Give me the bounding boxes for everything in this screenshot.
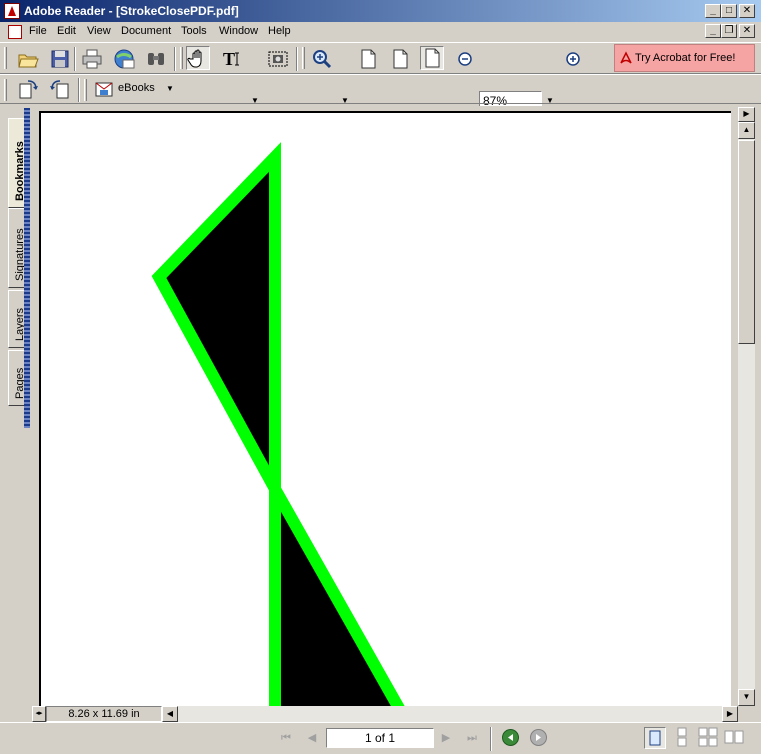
options-arrow-icon[interactable]: ▶ <box>738 107 755 122</box>
last-page-icon[interactable]: ⏭ <box>462 728 482 748</box>
toolbar-separator <box>174 47 176 71</box>
menu-edit[interactable]: Edit <box>57 25 76 37</box>
page-number-input[interactable]: 1 of 1 <box>326 728 434 748</box>
window-title: Adobe Reader - [StrokeClosePDF.pdf] <box>24 4 239 18</box>
vertical-scroll-thumb[interactable] <box>738 140 755 344</box>
go-back-icon[interactable] <box>502 729 519 746</box>
navigation-pane-splitter[interactable] <box>24 108 30 428</box>
status-separator <box>490 727 492 751</box>
menu-file[interactable]: File <box>29 25 47 37</box>
scroll-up-button[interactable]: ▲ <box>738 122 755 139</box>
black-triangle-top <box>151 142 281 492</box>
black-triangle-bottom <box>269 466 405 706</box>
zoom-in-tool-icon[interactable] <box>310 47 334 71</box>
menu-help[interactable]: Help <box>268 25 291 37</box>
ebooks-label: eBooks <box>118 82 155 94</box>
zoom-in-icon[interactable] <box>562 47 586 71</box>
hand-tool-icon[interactable] <box>186 46 210 70</box>
menu-view[interactable]: View <box>87 25 111 37</box>
next-page-icon[interactable]: ▶ <box>436 728 456 748</box>
minimize-button[interactable]: _ <box>705 4 721 18</box>
print-icon[interactable] <box>80 47 104 71</box>
scroll-left-button[interactable]: ◀ <box>162 706 178 722</box>
save-icon[interactable] <box>48 47 72 71</box>
acrobat-logo-icon <box>620 51 632 64</box>
menu-tools[interactable]: Tools <box>181 25 207 37</box>
doc-minimize-button[interactable]: _ <box>705 24 721 38</box>
toolbar-grip[interactable] <box>4 47 7 69</box>
fit-page-icon[interactable] <box>388 47 412 71</box>
chevron-down-icon[interactable]: ▼ <box>166 84 174 93</box>
horizontal-scrollbar[interactable]: ◂▸ 8.26 x 11.69 in ◀ ▶ <box>32 706 738 722</box>
single-page-layout-icon[interactable] <box>644 727 666 749</box>
rotate-clockwise-icon[interactable] <box>16 78 40 102</box>
page-size-readout: 8.26 x 11.69 in <box>46 706 162 722</box>
svg-text:T: T <box>223 49 235 69</box>
close-button[interactable]: ✕ <box>739 4 755 18</box>
select-text-icon[interactable]: T <box>220 47 244 71</box>
toolbar-separator <box>74 47 76 71</box>
email-icon[interactable] <box>112 47 136 71</box>
ebooks-icon <box>95 82 113 97</box>
adobe-reader-icon <box>4 3 20 19</box>
doc-restore-button[interactable]: ❐ <box>721 24 737 38</box>
pdf-page-drawing <box>151 142 405 706</box>
toolbar-separator <box>78 78 80 102</box>
title-bar: Adobe Reader - [StrokeClosePDF.pdf] _ □ … <box>0 0 761 22</box>
ebooks-button[interactable]: eBooks ▼ <box>92 78 178 100</box>
status-bar: ⏮ ◀ 1 of 1 ▶ ⏭ <box>0 722 761 754</box>
try-acrobat-button[interactable]: Try Acrobat for Free! <box>614 44 755 72</box>
vertical-scrollbar[interactable]: ▲ ▼ <box>738 122 755 706</box>
main-toolbar: T ▼ ▼ ▼ Try Acrobat for Free! <box>0 42 761 111</box>
menu-bar: File Edit View Document Tools Window Hel… <box>0 22 761 42</box>
go-forward-icon[interactable] <box>530 729 547 746</box>
pdf-page <box>39 111 731 706</box>
zoom-out-icon[interactable] <box>454 47 478 71</box>
toolbar-grip[interactable] <box>302 47 305 69</box>
try-acrobat-label: Try Acrobat for Free! <box>635 52 736 64</box>
fit-width-icon[interactable] <box>420 46 444 70</box>
split-handle-icon[interactable]: ◂▸ <box>32 706 46 722</box>
continuous-layout-icon[interactable] <box>672 727 694 749</box>
actual-size-icon[interactable] <box>356 47 380 71</box>
doc-close-button[interactable]: ✕ <box>739 24 755 38</box>
open-icon[interactable] <box>16 47 40 71</box>
continuous-facing-layout-icon[interactable] <box>724 727 746 749</box>
scroll-right-button[interactable]: ▶ <box>722 706 738 722</box>
first-page-icon[interactable]: ⏮ <box>276 728 296 748</box>
previous-page-icon[interactable]: ◀ <box>302 728 322 748</box>
search-icon[interactable] <box>144 47 168 71</box>
menu-window[interactable]: Window <box>219 25 258 37</box>
menu-document[interactable]: Document <box>121 25 171 37</box>
scroll-down-button[interactable]: ▼ <box>738 689 755 706</box>
snapshot-icon[interactable] <box>266 47 290 71</box>
document-icon <box>8 25 22 39</box>
toolbar-separator <box>296 47 298 71</box>
toolbar-grip[interactable] <box>180 47 183 69</box>
facing-layout-icon[interactable] <box>698 727 720 749</box>
document-area[interactable] <box>32 106 738 706</box>
rotate-counterclockwise-icon[interactable] <box>48 78 72 102</box>
toolbar-grip[interactable] <box>84 79 87 101</box>
maximize-button[interactable]: □ <box>721 4 737 18</box>
toolbar-grip[interactable] <box>4 79 7 101</box>
